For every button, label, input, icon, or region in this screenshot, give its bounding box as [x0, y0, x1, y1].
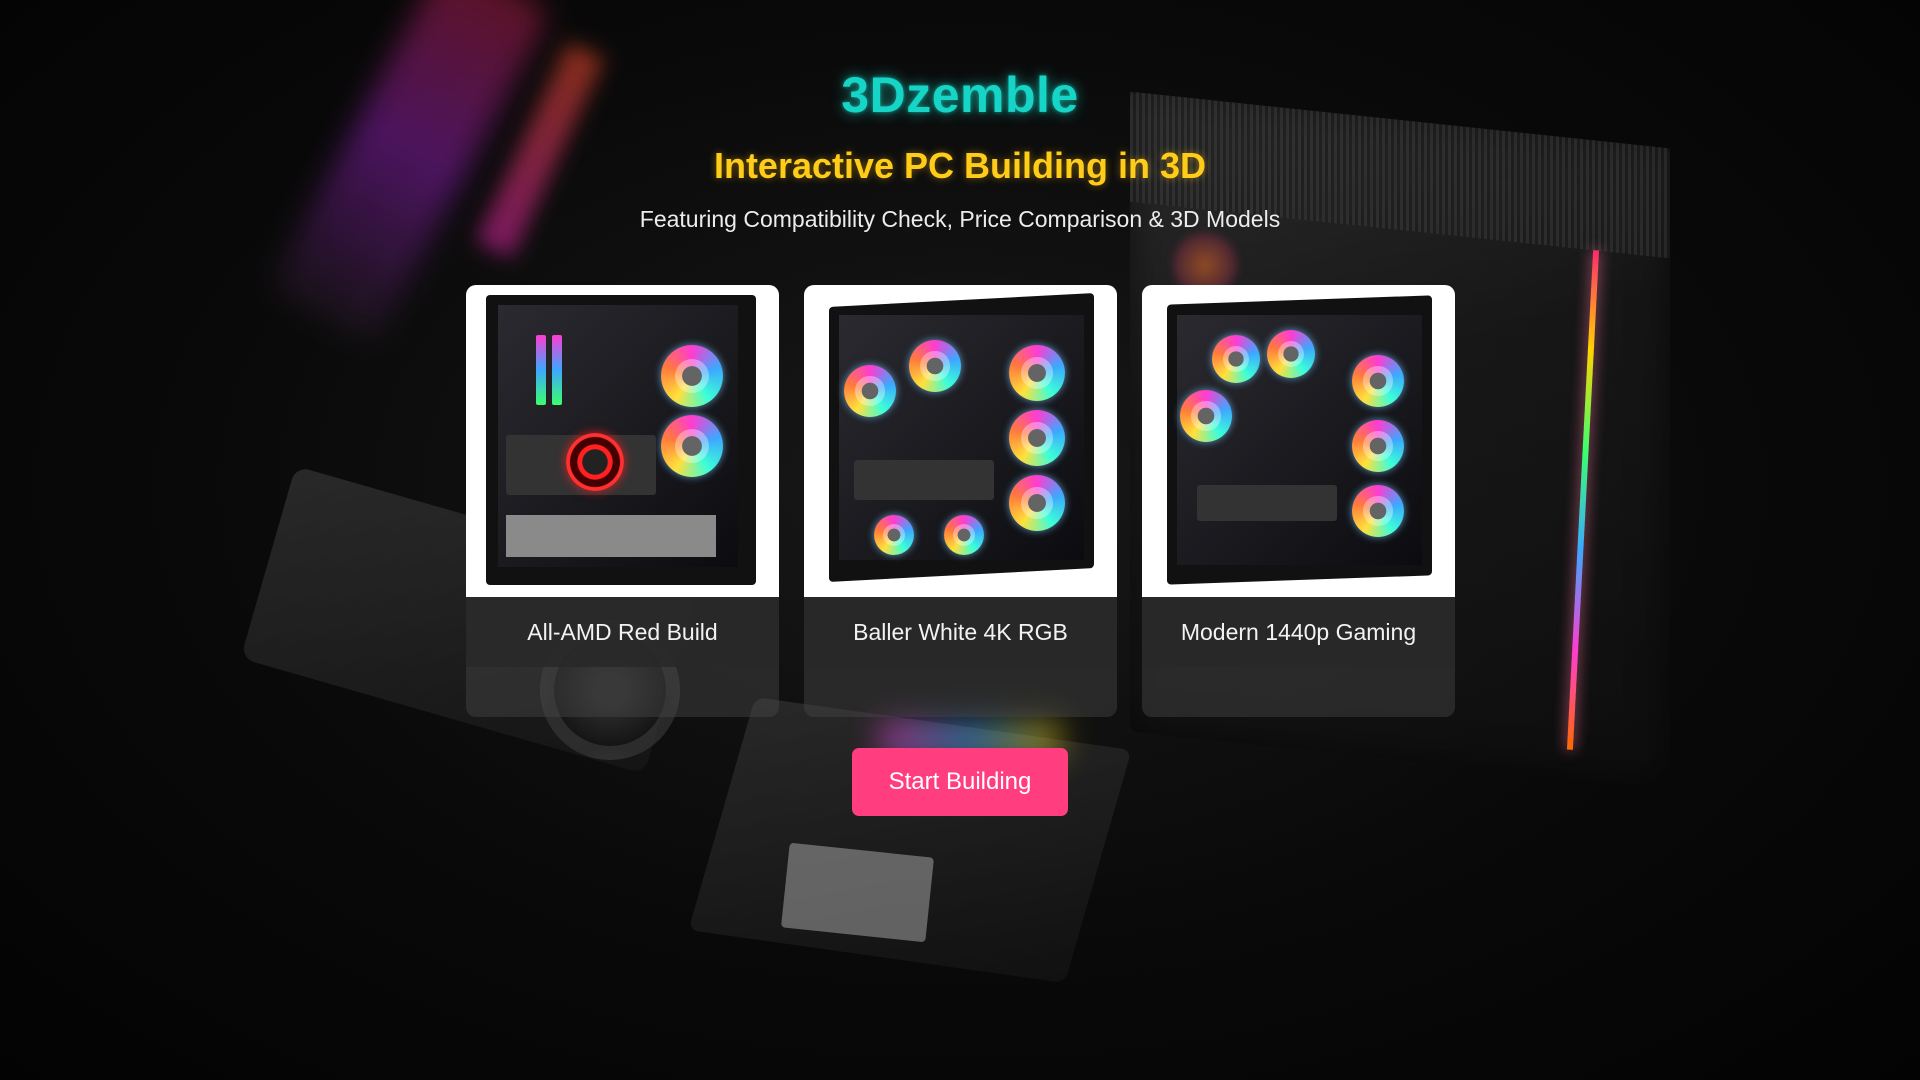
rgb-fan [1267, 330, 1315, 378]
rgb-fan [1352, 355, 1404, 407]
rgb-fan [661, 415, 723, 477]
rgb-fan [1212, 335, 1260, 383]
build-card-label: Modern 1440p Gaming [1142, 597, 1455, 667]
rgb-fan [1180, 390, 1232, 442]
build-card-modern-1440p[interactable]: Modern 1440p Gaming [1142, 285, 1455, 717]
rgb-fan [1352, 420, 1404, 472]
psu-shroud [506, 515, 716, 557]
build-card-all-amd[interactable]: All-AMD Red Build [466, 285, 779, 717]
ram-stick [536, 335, 546, 405]
build-card-label: All-AMD Red Build [466, 597, 779, 667]
rgb-fan [874, 515, 914, 555]
build-card-baller-white[interactable]: Baller White 4K RGB [804, 285, 1117, 717]
build-card-list: All-AMD Red Build Baller White 4K RGB Mo… [466, 285, 1455, 717]
graphics-card [854, 460, 994, 500]
rgb-fan [844, 365, 896, 417]
rgb-fan [1009, 345, 1065, 401]
red-gpu-fan [566, 433, 624, 491]
rgb-fan [909, 340, 961, 392]
rgb-fan [1009, 410, 1065, 466]
tagline: Interactive PC Building in 3D [713, 145, 1207, 186]
rgb-fan [944, 515, 984, 555]
background-psu-label [780, 842, 935, 943]
graphics-card [1197, 485, 1337, 521]
brand-title: 3Dzemble [841, 67, 1079, 123]
build-card-label: Baller White 4K RGB [804, 597, 1117, 667]
build-image-all-amd [466, 285, 779, 597]
rgb-fan [1009, 475, 1065, 531]
rgb-fan [1352, 485, 1404, 537]
start-building-button[interactable]: Start Building [852, 748, 1068, 816]
ram-stick [552, 335, 562, 405]
build-image-modern-1440p [1142, 285, 1455, 597]
build-image-baller-white [804, 285, 1117, 597]
subtitle: Featuring Compatibility Check, Price Com… [639, 206, 1281, 232]
rgb-fan [661, 345, 723, 407]
